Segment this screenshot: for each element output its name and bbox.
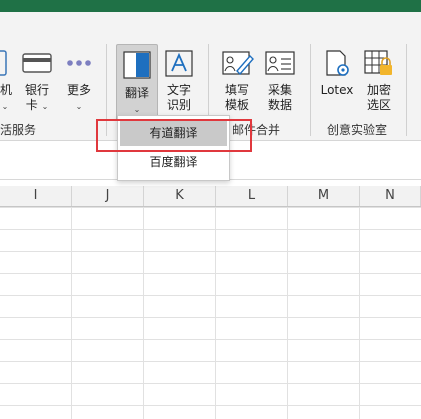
highlight-annotation-box [96,119,252,152]
bank-card-button[interactable]: 银行 卡 ⌄ [20,49,54,114]
cell-grid[interactable] [0,207,421,419]
chevron-down-icon: ⌄ [1,102,9,111]
encrypt-selection-label-2: 选区 [366,98,391,112]
collect-data-icon [265,51,295,75]
column-header[interactable]: N [360,186,421,206]
phone-button[interactable]: 机 ⌄ [0,49,13,114]
phone-label: 机 [0,83,13,97]
lotex-label: Lotex [320,83,354,97]
group-label-creative-lab: 创意实验室 [327,123,388,137]
fill-template-button[interactable]: 填写 模板 [219,49,255,113]
group-separator [310,44,311,136]
bank-card-label-2: 卡 [25,98,38,112]
encrypt-selection-button[interactable]: 加密 选区 [362,49,396,113]
column-header[interactable]: K [144,186,216,206]
bank-card-icon [22,53,52,73]
more-label: 更多 [66,83,91,97]
collect-data-label-2: 数据 [267,98,292,112]
chevron-down-icon: ⌄ [133,105,141,114]
translate-icon [123,51,151,79]
text-recognition-icon [165,50,193,77]
column-header[interactable]: M [288,186,360,206]
bank-card-label-1: 银行 [24,83,49,97]
column-header[interactable]: J [72,186,144,206]
text-recognition-button[interactable]: 文字 识别 [162,49,196,113]
encrypt-selection-icon [364,50,392,75]
collect-data-label-1: 采集 [267,83,292,97]
text-recognition-label-1: 文字 [166,83,191,97]
title-bar [0,0,421,12]
gridline [287,207,288,419]
chevron-down-icon: ⌄ [75,102,83,111]
text-recognition-label-2: 识别 [166,98,191,112]
column-header[interactable]: L [216,186,288,206]
translate-label: 翻译 [124,86,149,100]
more-button[interactable]: 更多 ⌄ [62,49,96,114]
menu-item-baidu-translate[interactable]: 百度翻译 [120,149,227,175]
chevron-down-icon: ⌄ [41,102,49,111]
group-separator [406,44,407,136]
gridline [143,207,144,419]
column-header[interactable]: I [0,186,72,206]
lotex-icon [326,50,349,76]
column-header-row: I J K L M N [0,186,421,207]
fill-template-icon [222,51,254,76]
gridline [71,207,72,419]
more-dots-icon [67,60,91,66]
phone-icon [0,50,7,76]
lotex-button[interactable]: Lotex [318,49,356,98]
gridline [215,207,216,419]
gridline [359,207,360,419]
encrypt-selection-label-1: 加密 [366,83,391,97]
fill-template-label-2: 模板 [224,98,249,112]
fill-template-label-1: 填写 [224,83,249,97]
collect-data-button[interactable]: 采集 数据 [262,49,298,113]
group-label-life-services: 生活服务 [0,123,37,137]
translate-button[interactable]: 翻译 ⌄ [116,44,158,121]
